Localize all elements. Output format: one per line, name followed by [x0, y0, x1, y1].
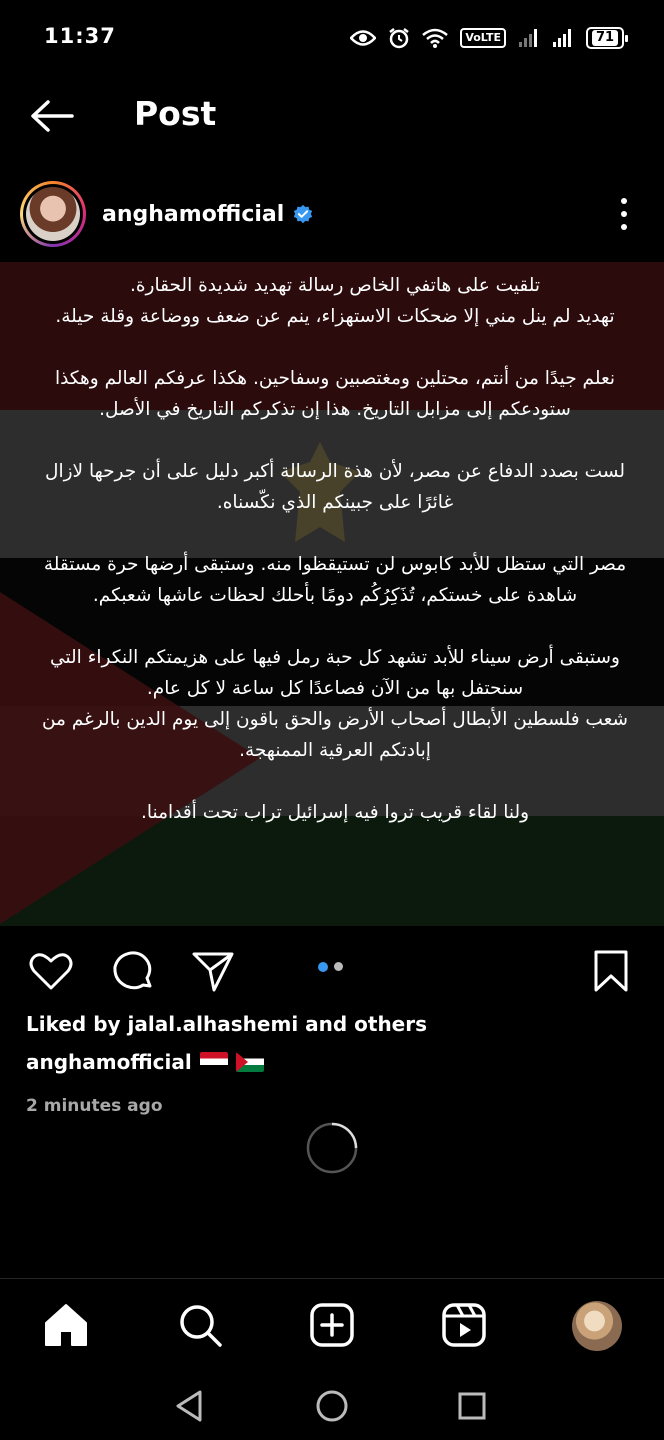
header: Post — [0, 80, 664, 152]
status-time: 11:37 — [44, 24, 116, 48]
egypt-flag-emoji — [199, 1052, 228, 1072]
save-bookmark-icon[interactable] — [588, 948, 634, 994]
status-icons: VoLTE 71 — [350, 24, 628, 52]
avatar-border — [23, 184, 83, 244]
more-options-icon[interactable] — [614, 196, 634, 232]
palestine-flag-emoji — [235, 1052, 264, 1072]
author-username-wrap[interactable]: anghamofficial — [102, 202, 314, 227]
author-avatar[interactable] — [20, 181, 86, 247]
wifi-icon — [422, 28, 449, 48]
carousel-indicator — [318, 962, 343, 972]
post-text: تلقيت على هاتفي الخاص رسالة تهديد شديدة … — [41, 275, 629, 823]
verified-badge-icon — [294, 204, 313, 223]
volte-badge: VoLTE — [460, 28, 506, 48]
likes-text[interactable]: Liked by jalal.alhashemi and others — [26, 1012, 427, 1036]
system-back-icon[interactable] — [170, 1386, 210, 1426]
author-username[interactable]: anghamofficial — [102, 202, 284, 227]
comment-icon[interactable] — [110, 948, 156, 994]
signal-icon — [553, 29, 571, 47]
back-arrow-icon[interactable] — [28, 96, 76, 136]
home-icon[interactable] — [42, 1301, 90, 1349]
caption: anghamofficial — [26, 1050, 264, 1074]
eye-icon — [350, 30, 377, 46]
post-actions — [0, 940, 664, 1000]
profile-avatar[interactable] — [572, 1301, 622, 1351]
post-image[interactable]: تلقيت على هاتفي الخاص رسالة تهديد شديدة … — [0, 262, 664, 926]
bottom-nav — [0, 1278, 664, 1370]
alarm-icon — [389, 28, 410, 49]
post-timestamp: 2 minutes ago — [26, 1096, 163, 1116]
status-bar: 11:37 VoLTE 71 — [0, 0, 664, 76]
create-icon[interactable] — [308, 1301, 356, 1349]
carousel-dot-active — [318, 962, 328, 972]
like-heart-icon[interactable] — [28, 948, 74, 994]
post-author-row: anghamofficial — [0, 180, 664, 250]
system-recents-icon[interactable] — [452, 1386, 492, 1426]
battery-icon: 71 — [586, 27, 628, 49]
reels-icon[interactable] — [440, 1301, 488, 1349]
page-title: Post — [134, 94, 217, 133]
system-nav — [0, 1372, 664, 1440]
signal-icon — [519, 29, 537, 47]
carousel-dot — [334, 962, 343, 971]
avatar-image — [26, 187, 80, 241]
loading-spinner-icon — [306, 1122, 358, 1174]
battery-level: 71 — [591, 30, 619, 46]
search-icon[interactable] — [176, 1301, 224, 1349]
caption-username[interactable]: anghamofficial — [26, 1050, 192, 1074]
share-icon[interactable] — [190, 948, 236, 994]
system-home-icon[interactable] — [312, 1386, 352, 1426]
